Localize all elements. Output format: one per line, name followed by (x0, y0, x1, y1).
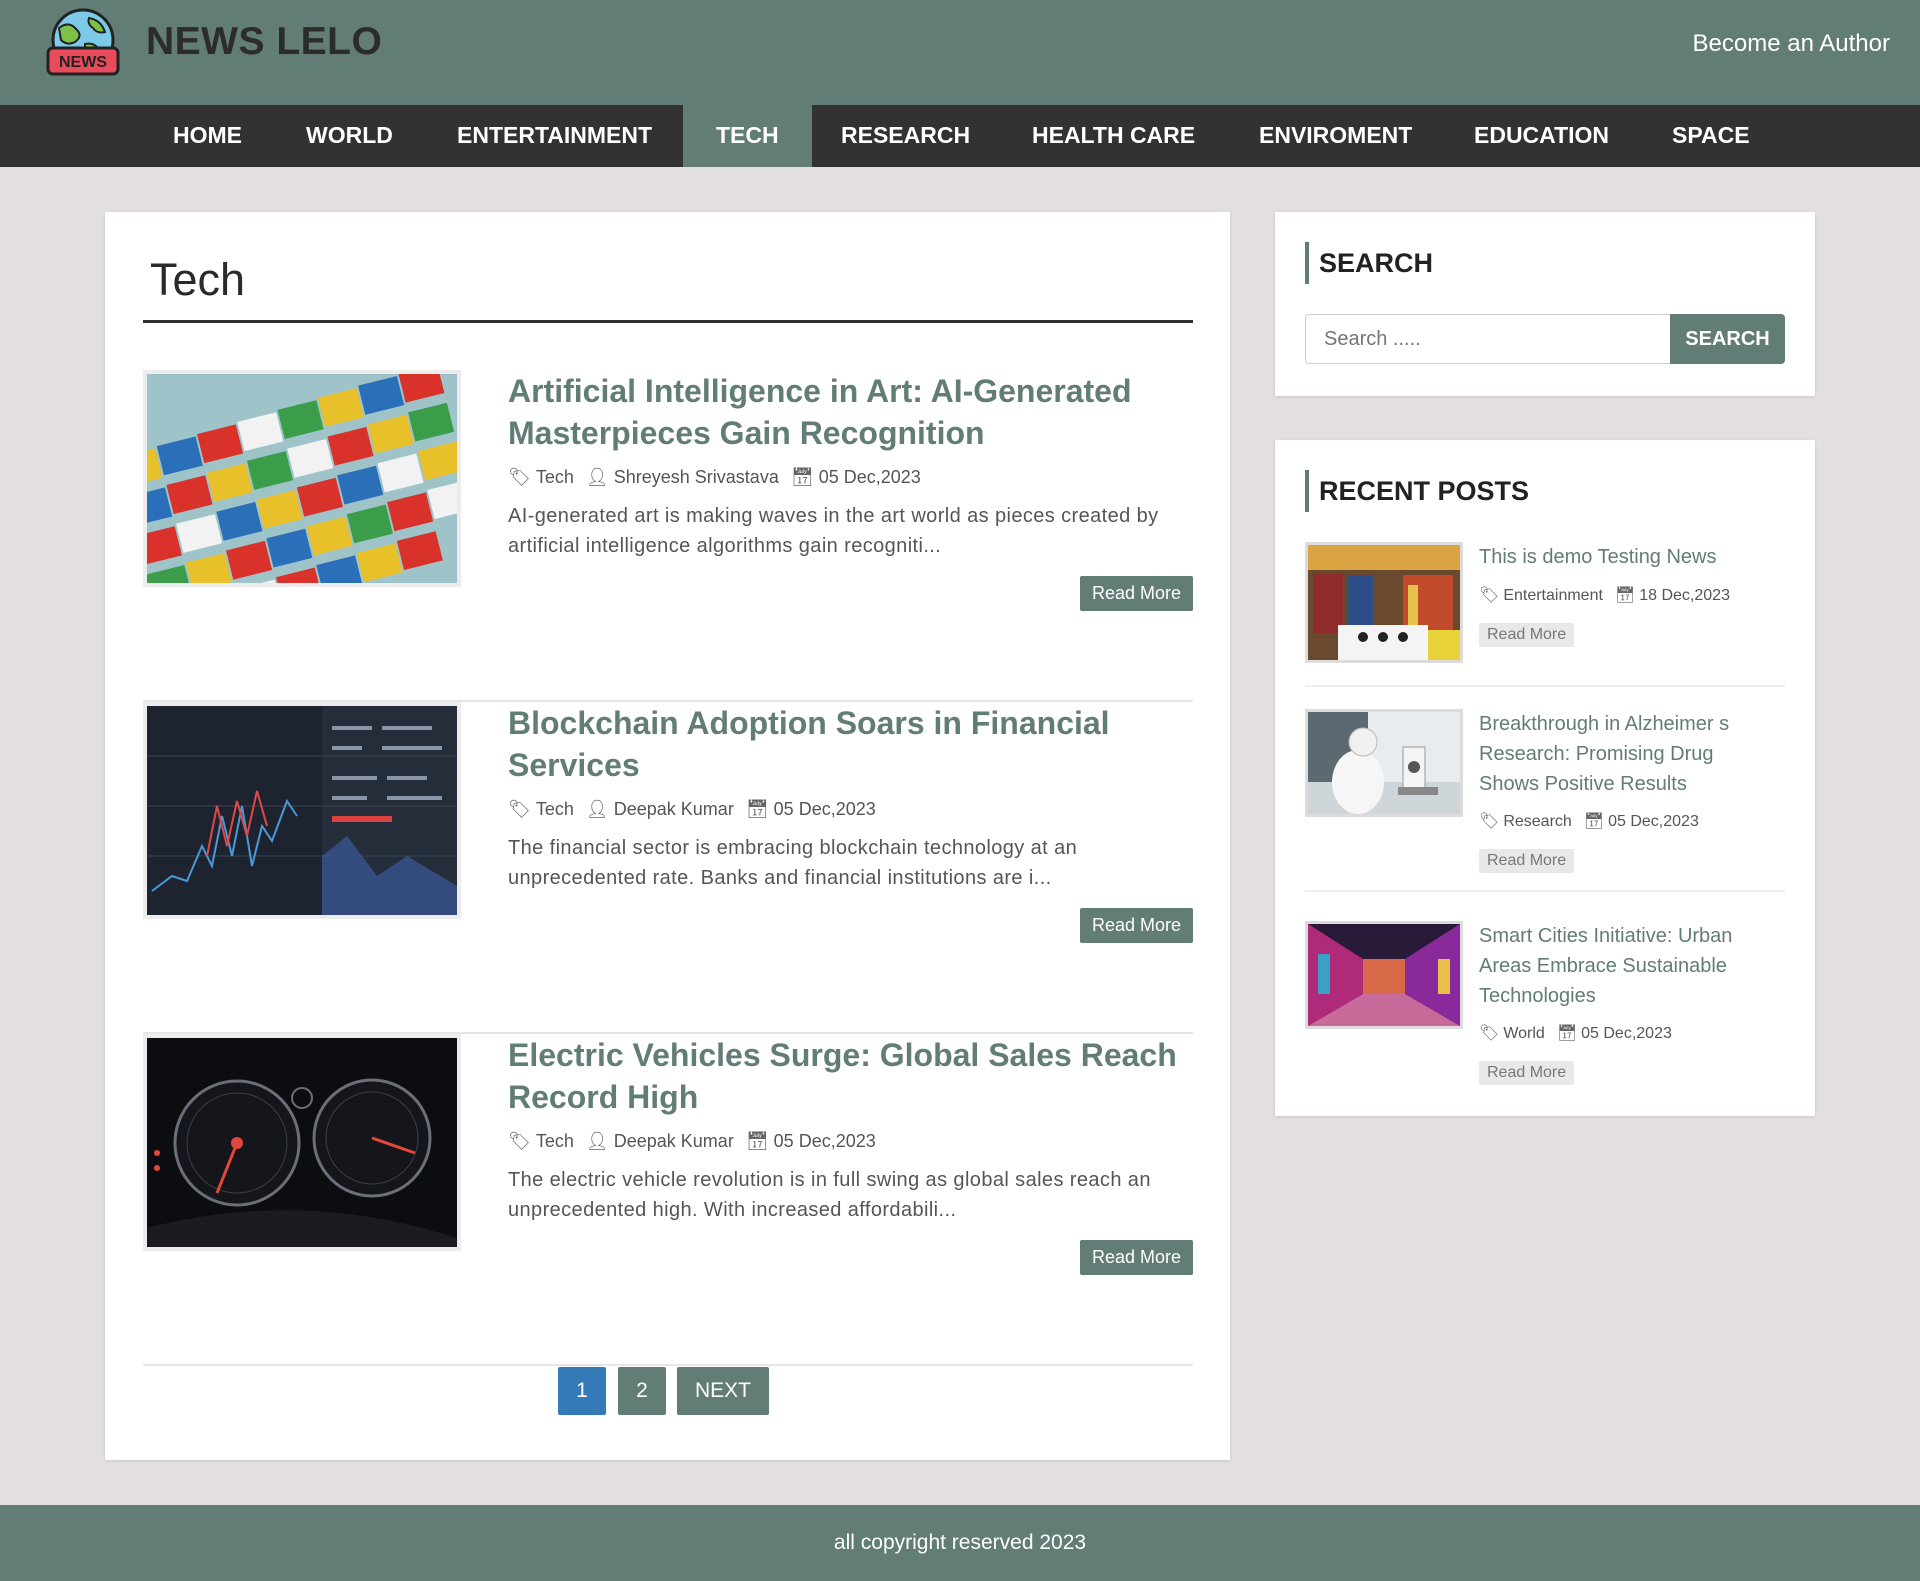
nav-item-education[interactable]: EDUCATION (1441, 105, 1642, 167)
nav-item-home[interactable]: HOME (140, 105, 275, 167)
recent-post-title[interactable]: This is demo Testing News (1479, 542, 1779, 572)
tag-icon: 🏷︎ (1479, 1025, 1500, 1042)
site-footer: all copyright reserved 2023 (0, 1505, 1920, 1581)
user-icon: 👤︎ (585, 799, 609, 819)
calendar-icon: 📅︎ (1556, 1025, 1578, 1042)
news-globe-logo[interactable]: NEWS (45, 8, 121, 84)
article-excerpt: The financial sector is embracing blockc… (508, 837, 1078, 889)
article-author: Shreyesh Srivastava (613, 467, 779, 487)
calendar-icon: 📅︎ (790, 467, 814, 487)
article-thumbnail[interactable] (143, 370, 461, 587)
search-input[interactable] (1305, 314, 1670, 364)
copyright-text: all copyright reserved 2023 (833, 1531, 1087, 1554)
recent-read-more-button[interactable]: Read More (1479, 1061, 1575, 1085)
article-title[interactable]: Blockchain Adoption Soars in Financial S… (508, 702, 1188, 786)
next-page-button[interactable]: NEXT (677, 1367, 769, 1415)
recent-post-item: This is demo Testing News 🏷︎ Entertainmen… (1305, 542, 1785, 687)
recent-post-category[interactable]: World (1503, 1025, 1545, 1042)
site-header: NEWS NEWS LELO Become an Author (0, 0, 1920, 105)
recent-read-more-button[interactable]: Read More (1479, 623, 1575, 647)
recent-post-title[interactable]: Breakthrough in Alzheimer s Research: Pr… (1479, 709, 1779, 799)
recent-post-meta: 🏷︎ Research 📅︎ 05 Dec,2023 (1479, 811, 1699, 831)
nav-item-tech[interactable]: TECH (683, 105, 812, 167)
article-card: Electric Vehicles Surge: Global Sales Re… (143, 1034, 1193, 1366)
recent-post-thumbnail[interactable] (1305, 921, 1463, 1029)
nav-item-enviroment[interactable]: ENVIROMENT (1226, 105, 1445, 167)
recent-post-date: 05 Dec,2023 (1581, 1025, 1672, 1042)
user-icon: 👤︎ (585, 467, 609, 487)
article-date: 05 Dec,2023 (773, 799, 876, 819)
article-category[interactable]: Tech (536, 467, 574, 487)
recent-post-category[interactable]: Entertainment (1503, 587, 1603, 604)
calendar-icon: 📅︎ (745, 1131, 769, 1151)
tag-icon: 🏷︎ (508, 799, 531, 819)
calendar-icon: 📅︎ (1583, 813, 1605, 830)
read-more-button[interactable]: Read More (1079, 576, 1193, 611)
search-button[interactable]: SEARCH (1670, 314, 1785, 364)
main-nav: HOME WORLD ENTERTAINMENT TECH RESEARCH H… (0, 105, 1920, 167)
article-excerpt: The electric vehicle revolution is in fu… (508, 1169, 1151, 1221)
search-widget-title: SEARCH (1305, 242, 1433, 284)
article-meta: 🏷︎ Tech 👤︎ Deepak Kumar 📅︎ 05 Dec,2023 (508, 799, 876, 820)
article-author: Deepak Kumar (613, 1131, 734, 1151)
recent-post-item: Breakthrough in Alzheimer s Research: Pr… (1305, 709, 1785, 892)
article-card: Blockchain Adoption Soars in Financial S… (143, 702, 1193, 1034)
calendar-icon: 📅︎ (1614, 587, 1636, 604)
recent-post-title[interactable]: Smart Cities Initiative: Urban Areas Emb… (1479, 921, 1779, 1011)
tag-icon: 🏷︎ (508, 467, 531, 487)
title-divider (143, 320, 1193, 323)
article-title[interactable]: Artificial Intelligence in Art: AI-Gener… (508, 370, 1188, 454)
nav-item-space[interactable]: SPACE (1639, 105, 1783, 167)
article-card: Artificial Intelligence in Art: AI-Gener… (143, 370, 1193, 702)
article-date: 05 Dec,2023 (818, 467, 921, 487)
recent-post-thumbnail[interactable] (1305, 709, 1463, 817)
article-category[interactable]: Tech (536, 1131, 574, 1151)
page-1-button[interactable]: 1 (558, 1367, 606, 1415)
tag-icon: 🏷︎ (1479, 813, 1500, 830)
read-more-button[interactable]: Read More (1079, 908, 1193, 943)
user-icon: 👤︎ (585, 1131, 609, 1151)
recent-read-more-button[interactable]: Read More (1479, 849, 1575, 873)
article-date: 05 Dec,2023 (773, 1131, 876, 1151)
recent-post-category[interactable]: Research (1503, 813, 1571, 830)
recent-post-meta: 🏷︎ Entertainment 📅︎ 18 Dec,2023 (1479, 585, 1730, 605)
nav-item-entertainment[interactable]: ENTERTAINMENT (424, 105, 685, 167)
nav-item-health-care[interactable]: HEALTH CARE (999, 105, 1228, 167)
page-title: Tech (150, 254, 246, 305)
article-title[interactable]: Electric Vehicles Surge: Global Sales Re… (508, 1034, 1188, 1118)
article-excerpt: AI-generated art is making waves in the … (508, 505, 1159, 557)
recent-posts-widget: RECENT POSTS This is demo Testing News 🏷… (1275, 440, 1815, 1116)
recent-post-item: Smart Cities Initiative: Urban Areas Emb… (1305, 921, 1785, 1091)
nav-item-world[interactable]: WORLD (273, 105, 426, 167)
article-meta: 🏷︎ Tech 👤︎ Shreyesh Srivastava 📅︎ 05 Dec,20… (508, 467, 921, 488)
calendar-icon: 📅︎ (745, 799, 769, 819)
recent-post-thumbnail[interactable] (1305, 542, 1463, 663)
tag-icon: 🏷︎ (1479, 587, 1500, 604)
article-category[interactable]: Tech (536, 799, 574, 819)
site-title[interactable]: NEWS LELO (146, 20, 382, 64)
recent-post-date: 05 Dec,2023 (1608, 813, 1699, 830)
recent-post-meta: 🏷︎ World 📅︎ 05 Dec,2023 (1479, 1023, 1672, 1043)
article-meta: 🏷︎ Tech 👤︎ Deepak Kumar 📅︎ 05 Dec,2023 (508, 1131, 876, 1152)
become-author-link[interactable]: Become an Author (1693, 30, 1890, 58)
search-widget: SEARCH SEARCH (1275, 212, 1815, 396)
article-thumbnail[interactable] (143, 702, 461, 919)
article-author: Deepak Kumar (613, 799, 734, 819)
svg-text:NEWS: NEWS (59, 54, 107, 71)
article-list-panel: Tech Artificial Intelligence in Art: AI-… (105, 212, 1230, 1460)
article-thumbnail[interactable] (143, 1034, 461, 1251)
recent-post-date: 18 Dec,2023 (1639, 587, 1730, 604)
nav-item-research[interactable]: RESEARCH (808, 105, 1003, 167)
tag-icon: 🏷︎ (508, 1131, 531, 1151)
recent-posts-title: RECENT POSTS (1305, 470, 1529, 512)
read-more-button[interactable]: Read More (1079, 1240, 1193, 1275)
page-2-button[interactable]: 2 (618, 1367, 666, 1415)
